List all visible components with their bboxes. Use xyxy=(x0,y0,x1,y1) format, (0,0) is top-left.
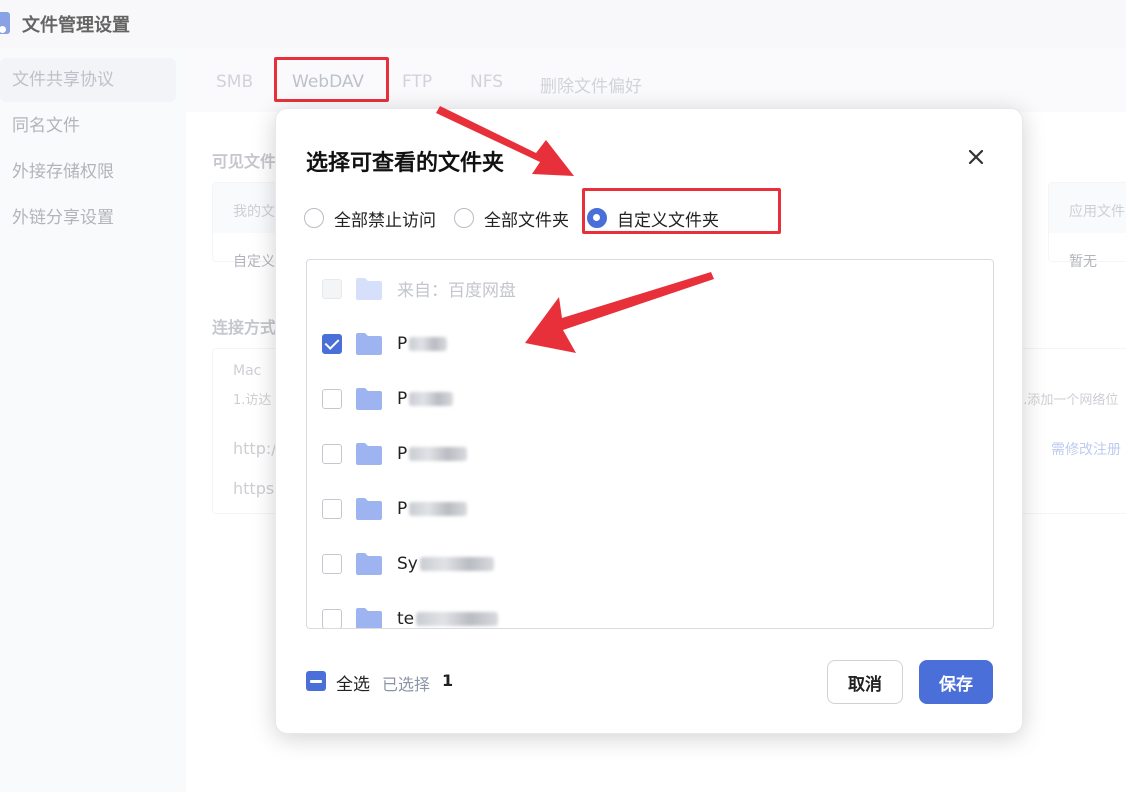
arrow-to-checked-folder-icon xyxy=(525,272,714,353)
arrow-to-custom-folder-icon xyxy=(436,106,574,176)
annotation-arrows xyxy=(436,106,714,353)
